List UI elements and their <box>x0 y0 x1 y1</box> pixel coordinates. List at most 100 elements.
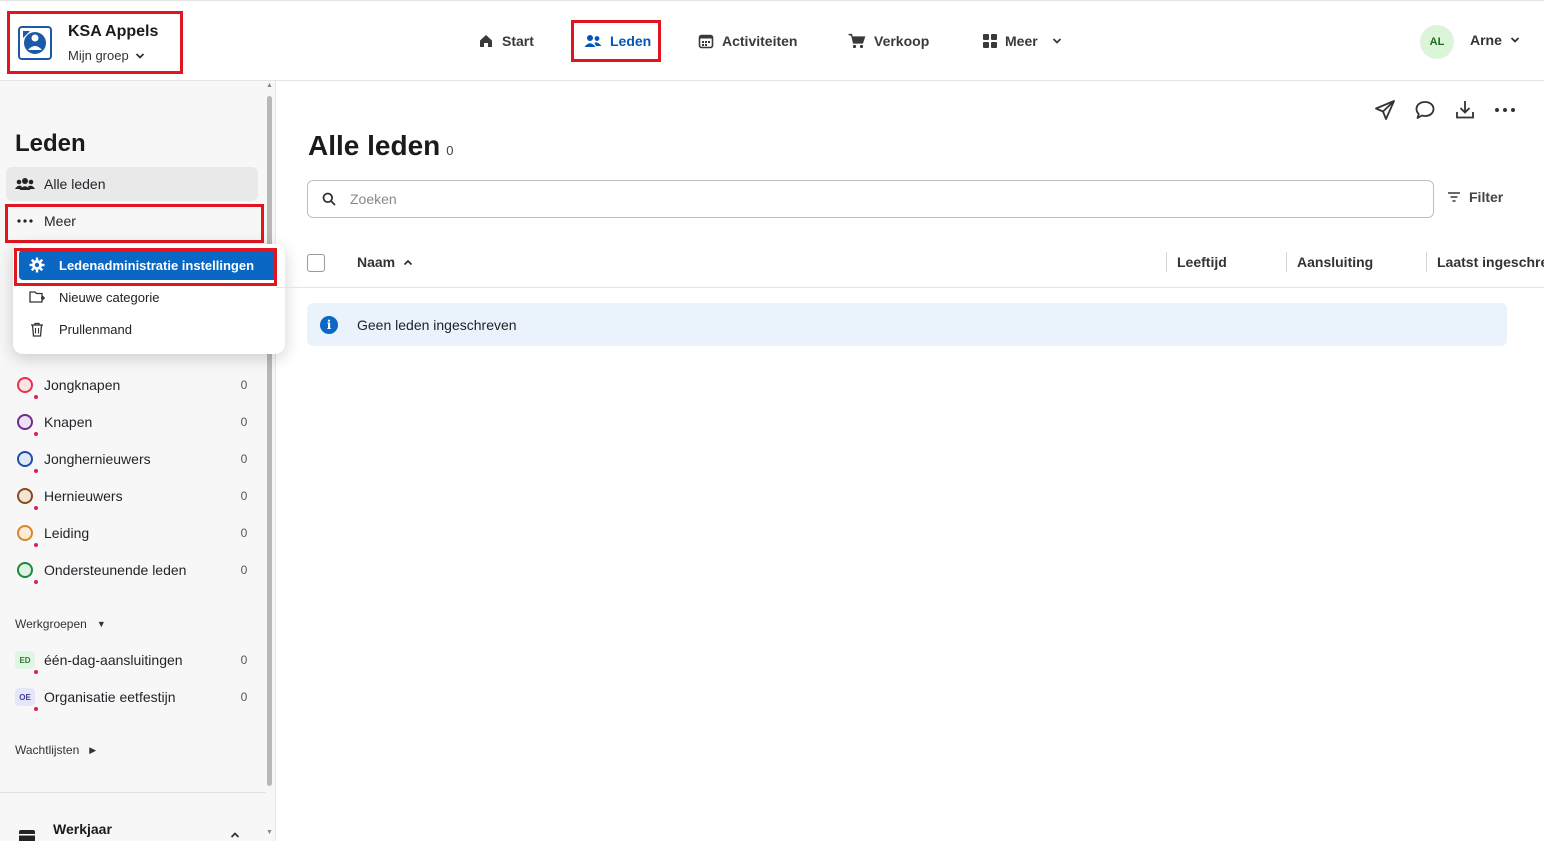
annotation-highlight-menu-item <box>14 248 277 286</box>
column-divider[interactable] <box>1286 252 1287 272</box>
category-jongknapen-icon <box>14 374 38 399</box>
sidebar-item-label: Leiding <box>44 525 90 541</box>
user-menu[interactable]: Arne <box>1470 32 1520 48</box>
caret-right-icon: ▶ <box>89 744 97 755</box>
chevron-down-icon <box>1052 38 1061 44</box>
category-knapen-icon <box>14 411 38 436</box>
waitlists-title: Wachtlijsten <box>15 743 80 757</box>
sidebar-item-count: 0 <box>240 526 248 540</box>
search-input[interactable] <box>350 191 1350 207</box>
sidebar-item-label: één-dag-aansluitingen <box>44 652 183 668</box>
sidebar-item-label: Alle leden <box>44 176 106 192</box>
werkjaar-label: Werkjaar <box>53 821 112 837</box>
chevron-up-icon <box>230 832 240 838</box>
waitlists-section-toggle[interactable]: Wachtlijsten ▶ <box>15 743 96 757</box>
workgroup-badge: OE <box>15 688 35 706</box>
table-header: Naam Leeftijd Aansluiting Laatst ingesch… <box>276 240 1544 288</box>
workgroup-badge: ED <box>15 651 35 669</box>
empty-state-text: Geen leden ingeschreven <box>357 316 517 333</box>
menu-item-label: Prullenmand <box>59 321 132 337</box>
select-all-checkbox[interactable] <box>307 254 325 272</box>
scroll-down-arrow[interactable]: ▼ <box>266 829 273 836</box>
comments-button[interactable] <box>1413 98 1437 122</box>
sidebar-title: Leden <box>15 130 86 157</box>
sidebar-item-leiding[interactable]: Leiding 0 <box>6 516 258 550</box>
home-icon <box>480 35 492 47</box>
column-header-naam[interactable]: Naam <box>357 254 413 270</box>
column-header-aansluiting[interactable]: Aansluiting <box>1297 254 1373 270</box>
more-horizontal-icon <box>1495 108 1515 112</box>
calendar-icon <box>698 34 714 49</box>
page-title-text: Alle leden <box>308 130 441 161</box>
top-bar: KSA Appels Mijn groep Start Leden Activi… <box>0 0 1544 81</box>
sidebar-scrollbar[interactable] <box>267 96 272 786</box>
sidebar-item-ondersteunende-leden[interactable]: Ondersteunende leden 0 <box>6 553 258 587</box>
nav-meer[interactable]: Meer <box>983 30 1062 52</box>
sidebar-item-een-dag-aansluitingen[interactable]: ED één-dag-aansluitingen 0 <box>6 643 258 677</box>
category-ondersteunende-leden-icon <box>14 559 38 584</box>
sidebar-item-jonghernieuwers[interactable]: Jonghernieuwers 0 <box>6 442 258 476</box>
nav-activiteiten-label: Activiteiten <box>722 33 798 49</box>
sidebar-item-jongknapen[interactable]: Jongknapen 0 <box>6 368 258 402</box>
send-icon <box>1375 100 1395 120</box>
nav-verkoop-label: Verkoop <box>874 33 930 49</box>
annotation-highlight-meer <box>5 204 264 243</box>
nav-start[interactable]: Start <box>478 30 534 52</box>
column-header-label: Aansluiting <box>1297 254 1374 270</box>
category-hernieuwers-icon <box>14 485 38 510</box>
cart-icon <box>848 33 866 49</box>
column-header-laatst-ingeschreven[interactable]: Laatst ingeschreven <box>1437 254 1544 270</box>
workgroups-title: Werkgroepen <box>15 617 87 631</box>
sidebar-item-knapen[interactable]: Knapen 0 <box>6 405 258 439</box>
chat-bubble-icon <box>1415 101 1435 119</box>
caret-down-icon: ▼ <box>96 619 106 629</box>
filter-button[interactable]: Filter <box>1447 189 1503 205</box>
sidebar-item-hernieuwers[interactable]: Hernieuwers 0 <box>6 479 258 513</box>
filter-label: Filter <box>1469 189 1504 205</box>
search-box[interactable] <box>307 180 1434 218</box>
page-title: Alle leden 0 <box>308 130 454 162</box>
sort-ascending-icon <box>404 259 413 265</box>
menu-item-nieuwe-categorie[interactable]: Nieuwe categorie <box>19 282 277 312</box>
send-message-button[interactable] <box>1373 98 1397 122</box>
folder-add-icon <box>29 290 45 304</box>
menu-item-prullenmand[interactable]: Prullenmand <box>19 314 277 344</box>
nav-activiteiten[interactable]: Activiteiten <box>698 30 797 52</box>
column-header-leeftijd[interactable]: Leeftijd <box>1177 254 1227 270</box>
sidebar-item-label: Jonghernieuwers <box>44 451 151 467</box>
sidebar-item-count: 0 <box>240 563 248 577</box>
empty-state-message: i Geen leden ingeschreven <box>307 303 1507 346</box>
user-name: Arne <box>1470 32 1502 48</box>
scroll-up-arrow[interactable]: ▲ <box>266 82 273 89</box>
trash-icon <box>29 322 45 337</box>
sidebar-item-label: Knapen <box>44 414 93 430</box>
sidebar-item-organisatie-eetfestijn[interactable]: OE Organisatie eetfestijn 0 <box>6 680 258 714</box>
werkjaar-section[interactable]: Werkjaar <box>0 792 266 841</box>
sidebar-item-label: Hernieuwers <box>44 488 123 504</box>
column-header-label: Laatst ingeschreven <box>1437 254 1544 270</box>
nav-verkoop[interactable]: Verkoop <box>848 30 929 52</box>
search-icon <box>322 192 336 206</box>
more-options-button[interactable] <box>1493 98 1517 122</box>
workgroups-section-toggle[interactable]: Werkgroepen ▼ <box>15 617 106 631</box>
avatar[interactable]: AL <box>1420 25 1454 59</box>
sidebar-item-label: Jongknapen <box>44 377 121 393</box>
column-divider[interactable] <box>1166 252 1167 272</box>
sidebar-item-alle-leden[interactable]: Alle leden <box>6 167 258 201</box>
column-header-label: Naam <box>357 254 396 270</box>
chevron-down-icon <box>1510 37 1520 43</box>
download-icon <box>1456 101 1474 119</box>
annotation-highlight-leden <box>571 20 661 62</box>
nav-start-label: Start <box>502 33 534 49</box>
filter-icon <box>1448 192 1460 202</box>
calendar-icon <box>19 830 35 841</box>
download-button[interactable] <box>1453 98 1477 122</box>
sidebar-item-count: 0 <box>240 378 248 392</box>
grid-icon <box>983 34 997 48</box>
category-jonghernieuwers-icon <box>14 448 38 473</box>
column-divider[interactable] <box>1426 252 1427 272</box>
menu-item-label: Nieuwe categorie <box>59 289 160 305</box>
main-nav: Start Leden Activiteiten Verkoop Meer <box>0 1 1544 81</box>
users-icon <box>14 173 36 195</box>
category-leiding-icon <box>14 522 38 547</box>
